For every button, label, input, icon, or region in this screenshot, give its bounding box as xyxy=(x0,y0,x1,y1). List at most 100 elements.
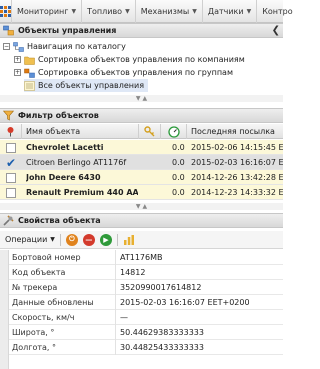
top-menu-bar: Мониторинг ▼ Топливо ▼ Механизмы ▼ Датчи… xyxy=(0,0,293,23)
tree-node-label: Сортировка объектов управления по группа… xyxy=(38,68,233,77)
property-row: Код объекта 14812 xyxy=(0,265,283,280)
objects-list-icon xyxy=(24,80,35,91)
property-row: Данные обновлены 2015-02-03 16:16:07 EET… xyxy=(0,295,283,310)
tree-node-by-groups[interactable]: + Сортировка объектов управления по груп… xyxy=(14,66,233,79)
tree-node-label: Сортировка объектов управления по компан… xyxy=(38,55,245,64)
splitter-handle[interactable]: ▼ ▲ xyxy=(0,203,283,210)
column-header-label: Имя объекта xyxy=(26,127,81,136)
menu-item-label: Контро xyxy=(262,6,293,16)
object-name: John Deere 6430 xyxy=(26,173,101,182)
properties-panel-title: Свойства объекта xyxy=(18,216,101,225)
filter-panel-header: Фильтр объектов xyxy=(0,108,283,123)
group-icon xyxy=(24,68,35,78)
menu-item-label: Механизмы xyxy=(140,6,190,16)
speed-value: 0.0 xyxy=(172,158,185,167)
last-message-time: 2015-02-06 14:15:45 EET+0200 xyxy=(191,143,283,152)
catalog-tree: − Навигация по каталогу + Сортировка объ… xyxy=(0,38,283,95)
property-key: Код объекта xyxy=(12,265,116,280)
tree-node-by-companies[interactable]: + Сортировка объектов управления по комп… xyxy=(14,53,245,66)
collapse-toggle-icon[interactable]: − xyxy=(3,43,10,50)
play-icon[interactable]: ▶ xyxy=(99,233,112,246)
property-value: — xyxy=(120,313,128,322)
speedometer-icon xyxy=(167,125,180,138)
properties-panel-header: Свойства объекта xyxy=(0,213,283,228)
property-row: Широта, ° 50.44629383333333 xyxy=(0,325,283,340)
property-value: 2015-02-03 16:16:07 EET+0200 xyxy=(120,298,250,307)
property-row: Бортовой номер AT1176MB xyxy=(0,250,283,265)
caret-down-icon: ▼ xyxy=(71,7,77,15)
speed-value: 0.0 xyxy=(172,173,185,182)
property-key: № трекера xyxy=(12,280,116,295)
catalog-icon xyxy=(13,41,24,52)
menu-item-fuel[interactable]: Топливо ▼ xyxy=(81,0,135,23)
filter-icon xyxy=(3,110,14,121)
last-message-time: 2014-12-26 13:42:28 EET+0200 xyxy=(191,173,283,182)
property-value: 30.44825433333333 xyxy=(120,343,204,352)
splitter-handle[interactable]: ▼ ▲ xyxy=(0,95,283,102)
last-message-time: 2015-02-03 16:16:07 EET+0200 xyxy=(191,158,283,167)
tree-node-all-objects[interactable]: Все объекты управления xyxy=(24,79,149,92)
property-key: Бортовой номер xyxy=(12,250,116,265)
header-key-column[interactable] xyxy=(139,124,161,139)
property-key: Данные обновлены xyxy=(12,295,116,310)
property-row: Скорость, км/ч — xyxy=(0,310,283,325)
property-key: Долгота, ° xyxy=(12,340,116,355)
property-row: № трекера 3520990017614812 xyxy=(0,280,283,295)
menu-item-label: Датчики xyxy=(207,6,244,16)
pin-icon xyxy=(7,127,14,137)
property-value: 50.44629383333333 xyxy=(120,328,204,337)
home-button[interactable] xyxy=(0,0,11,23)
tools-icon xyxy=(3,215,14,226)
folder-icon xyxy=(24,56,35,65)
caret-down-icon: ▼ xyxy=(50,236,55,243)
stop-icon[interactable]: — xyxy=(82,233,95,246)
tree-node-label: Все объекты управления xyxy=(38,81,145,90)
tree-node-label: Навигация по каталогу xyxy=(27,42,126,51)
header-object-name[interactable]: Имя объекта xyxy=(22,124,139,139)
property-value: AT1176MB xyxy=(120,253,163,262)
caret-down-icon: ▼ xyxy=(125,7,130,15)
power-icon[interactable]: ⏻ xyxy=(65,233,78,246)
header-check-column[interactable] xyxy=(0,124,22,139)
object-name: Renault Premium 440 AA xyxy=(26,188,138,197)
menu-item-mechanisms[interactable]: Механизмы ▼ xyxy=(134,0,202,23)
menu-item-sensors[interactable]: Датчики ▼ xyxy=(201,0,256,23)
objects-panel-header: Объекты управления ❮ xyxy=(0,23,283,38)
tree-node-root[interactable]: − Навигация по каталогу xyxy=(3,40,126,53)
chart-icon[interactable] xyxy=(123,234,135,246)
app-grid-icon xyxy=(0,5,11,17)
table-row[interactable]: Chevrolet Lacetti 0.0 2015-02-06 14:15:4… xyxy=(0,140,283,155)
operations-menu-button[interactable]: Операции ▼ xyxy=(5,235,55,244)
row-checkbox[interactable] xyxy=(6,172,16,183)
speed-value: 0.0 xyxy=(172,188,185,197)
last-message-time: 2014-12-23 14:33:32 EET+0200 xyxy=(191,188,283,197)
filter-table-header: Имя объекта Последняя посылка xyxy=(0,124,283,139)
object-name: Citroen Berlingo AT1176f xyxy=(26,158,127,167)
property-key: Широта, ° xyxy=(12,325,116,340)
row-checkbox[interactable] xyxy=(6,142,16,153)
objects-icon xyxy=(3,25,14,36)
column-header-label: Последняя посылка xyxy=(191,127,275,136)
property-value: 3520990017614812 xyxy=(120,283,202,292)
caret-down-icon: ▼ xyxy=(246,7,252,15)
menu-item-control[interactable]: Контро xyxy=(256,0,297,23)
property-row-empty xyxy=(0,355,283,369)
table-row[interactable]: John Deere 6430 0.0 2014-12-26 13:42:28 … xyxy=(0,170,283,185)
chevron-left-icon[interactable]: ❮ xyxy=(272,25,280,36)
main-menu: Мониторинг ▼ Топливо ▼ Механизмы ▼ Датчи… xyxy=(11,0,298,23)
property-key: Скорость, км/ч xyxy=(12,310,116,325)
expand-toggle-icon[interactable]: + xyxy=(14,69,21,76)
expand-toggle-icon[interactable]: + xyxy=(14,56,21,63)
checkmark-icon[interactable]: ✔ xyxy=(6,157,16,169)
menu-item-monitoring[interactable]: Мониторинг ▼ xyxy=(11,0,81,23)
objects-panel-title: Объекты управления xyxy=(18,26,117,35)
header-speed-column[interactable] xyxy=(161,124,187,139)
menu-item-label: Мониторинг xyxy=(17,6,69,16)
caret-down-icon: ▼ xyxy=(192,7,197,15)
table-row[interactable]: Renault Premium 440 AA 0.0 2014-12-23 14… xyxy=(0,185,283,200)
table-row[interactable]: ✔ Citroen Berlingo AT1176f 0.0 2015-02-0… xyxy=(0,155,283,170)
row-checkbox[interactable] xyxy=(6,187,16,198)
object-name: Chevrolet Lacetti xyxy=(26,143,104,152)
toolbar-separator xyxy=(116,233,118,246)
header-last-message[interactable]: Последняя посылка xyxy=(187,124,283,139)
